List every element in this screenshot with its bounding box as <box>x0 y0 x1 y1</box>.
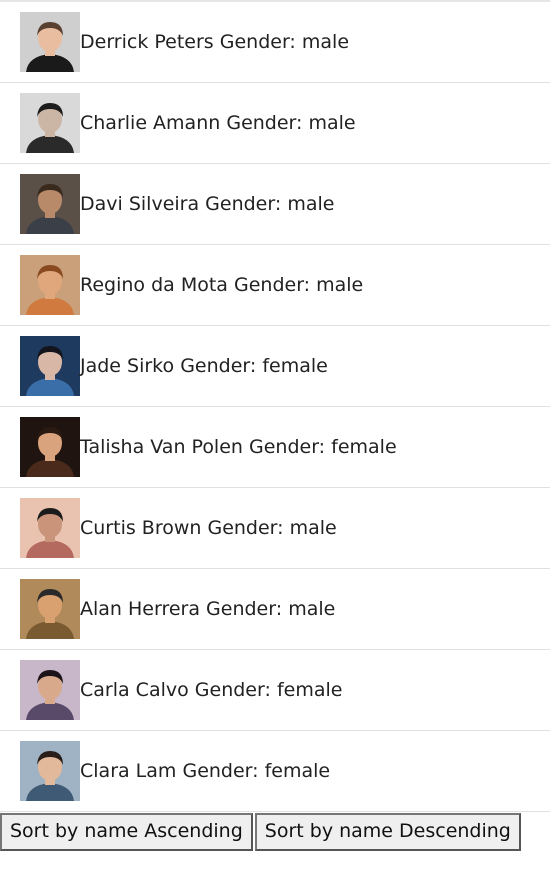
list-item: Curtis Brown Gender: male <box>0 488 550 569</box>
sort-descending-button[interactable]: Sort by name Descending <box>254 813 521 851</box>
gender-value: male <box>301 30 350 53</box>
list-item: Davi Silveira Gender: male <box>0 164 550 245</box>
list-item: Regino da Mota Gender: male <box>0 245 550 326</box>
gender-value: male <box>287 192 335 215</box>
avatar <box>20 336 80 396</box>
gender-label: Gender: <box>180 354 257 377</box>
person-name: Davi Silveira <box>80 192 200 215</box>
gender-value: female <box>276 678 343 701</box>
list-item: Carla Calvo Gender: female <box>0 650 550 731</box>
gender-label: Gender: <box>219 30 296 53</box>
avatar <box>20 417 80 477</box>
gender-label: Gender: <box>249 435 326 458</box>
person-name: Regino da Mota <box>80 273 228 296</box>
gender-label: Gender: <box>226 111 303 134</box>
list-item: Talisha Van Polen Gender: female <box>0 407 550 488</box>
gender-value: male <box>308 111 356 134</box>
person-name: Talisha Van Polen <box>80 435 243 458</box>
avatar <box>20 741 80 801</box>
avatar <box>20 498 80 558</box>
gender-value: female <box>331 435 397 458</box>
person-name: Jade Sirko <box>80 354 175 377</box>
gender-label: Gender: <box>182 759 259 782</box>
person-name: Clara Lam <box>80 759 177 782</box>
gender-label: Gender: <box>233 273 311 296</box>
list-item: Jade Sirko Gender: female <box>0 326 550 407</box>
avatar <box>20 174 80 234</box>
sort-controls: Sort by name Ascending Sort by name Desc… <box>0 813 550 851</box>
gender-label: Gender: <box>194 678 271 701</box>
avatar <box>20 12 80 72</box>
gender-value: male <box>289 516 337 539</box>
person-name: Curtis Brown <box>80 516 202 539</box>
list-item: Clara Lam Gender: female <box>0 731 550 812</box>
gender-label: Gender: <box>205 192 282 215</box>
gender-value: female <box>262 354 328 377</box>
gender-label: Gender: <box>206 597 283 620</box>
gender-label: Gender: <box>207 516 284 539</box>
avatar <box>20 93 80 153</box>
avatar <box>20 579 80 639</box>
sort-ascending-button[interactable]: Sort by name Ascending <box>0 813 253 851</box>
avatar <box>20 255 80 315</box>
person-name: Alan Herrera <box>80 597 200 620</box>
avatar <box>20 660 80 720</box>
person-name: Carla Calvo <box>80 678 189 701</box>
gender-value: male <box>288 597 336 620</box>
gender-value: male <box>316 273 364 296</box>
person-name: Derrick Peters <box>80 30 214 53</box>
gender-value: female <box>264 759 331 782</box>
list-item: Alan Herrera Gender: male <box>0 569 550 650</box>
list-item: Derrick Peters Gender: male <box>0 2 550 83</box>
list-item: Charlie Amann Gender: male <box>0 83 550 164</box>
people-list: Derrick Peters Gender: male Charlie Amann… <box>0 0 550 812</box>
person-name: Charlie Amann <box>80 111 221 134</box>
